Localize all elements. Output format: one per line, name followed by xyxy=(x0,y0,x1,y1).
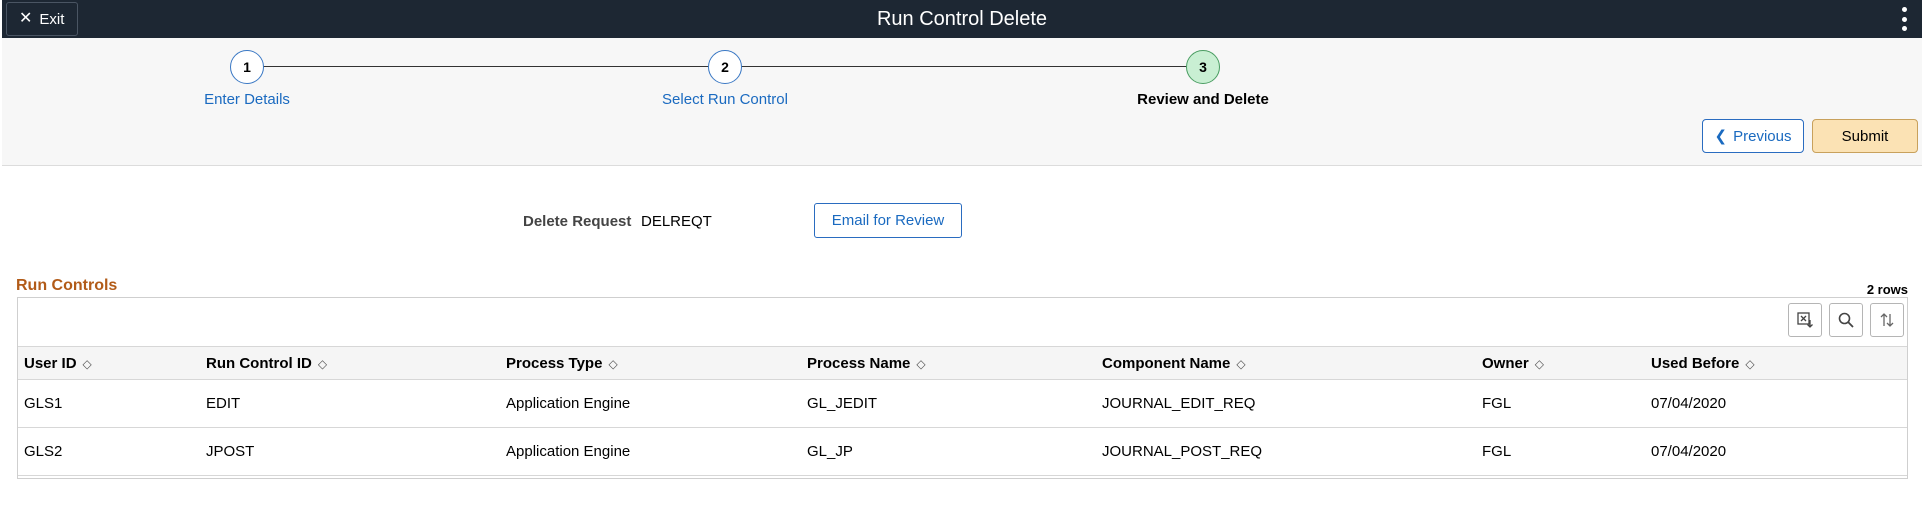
sort-toggle-icon: ◇ xyxy=(916,357,926,371)
chevron-left-icon: ❮ xyxy=(1714,128,1728,145)
cell-owner: FGL xyxy=(1482,395,1512,412)
cell-used-before: 07/04/2020 xyxy=(1651,395,1727,412)
cell-component-name: JOURNAL_EDIT_REQ xyxy=(1102,395,1256,412)
delete-request-label: Delete Request xyxy=(523,213,632,230)
cell-process-type: Application Engine xyxy=(506,395,631,412)
step-3-label: Review and Delete xyxy=(1137,91,1269,108)
cell-process-name: GL_JEDIT xyxy=(807,395,878,412)
cell-component-name: JOURNAL_POST_REQ xyxy=(1102,443,1263,460)
run-controls-title: Run Controls xyxy=(16,277,118,294)
column-header-used-before[interactable]: Used Before ◇ xyxy=(1651,347,1755,381)
step-3-circle: 3 xyxy=(1186,50,1220,84)
previous-label: Previous xyxy=(1733,127,1792,145)
column-header-process-type[interactable]: Process Type ◇ xyxy=(506,347,618,381)
exit-button[interactable]: ✕ Exit xyxy=(6,2,78,36)
previous-button[interactable]: ❮ Previous xyxy=(1702,119,1804,153)
step-2-circle[interactable]: 2 xyxy=(708,50,742,84)
sort-toggle-icon: ◇ xyxy=(1745,357,1755,371)
column-header-process-name[interactable]: Process Name ◇ xyxy=(807,347,926,381)
page-title: Run Control Delete xyxy=(876,8,1048,30)
cell-process-name: GL_JP xyxy=(807,443,853,460)
grid-header-row: User ID ◇ Run Control ID ◇ Process Type ◇ P… xyxy=(18,346,1907,380)
submit-button[interactable]: Submit xyxy=(1812,119,1918,153)
step-1-label[interactable]: Enter Details xyxy=(127,91,367,108)
step-train: 1 Enter Details 2 Select Run Control 3 R… xyxy=(2,38,1922,166)
page-header: Run Control Delete ✕ Exit xyxy=(2,0,1922,38)
column-header-owner[interactable]: Owner ◇ xyxy=(1482,347,1544,381)
sort-toggle-icon: ◇ xyxy=(1534,357,1544,371)
email-for-review-button[interactable]: Email for Review xyxy=(814,203,962,238)
column-header-user-id[interactable]: User ID ◇ xyxy=(24,347,92,381)
export-icon[interactable] xyxy=(1788,303,1822,337)
cell-run-control-id: EDIT xyxy=(206,395,241,412)
table-row: GLS2 JPOST Application Engine GL_JP JOUR… xyxy=(18,428,1907,476)
cell-run-control-id: JPOST xyxy=(206,443,255,460)
close-icon: ✕ xyxy=(19,10,33,27)
exit-label: Exit xyxy=(39,10,65,28)
step-2-label[interactable]: Select Run Control xyxy=(605,91,845,108)
search-icon[interactable] xyxy=(1829,303,1863,337)
sort-toggle-icon: ◇ xyxy=(82,357,92,371)
sort-icon[interactable] xyxy=(1870,303,1904,337)
table-row: GLS1 EDIT Application Engine GL_JEDIT JO… xyxy=(18,380,1907,428)
column-header-run-control-id[interactable]: Run Control ID ◇ xyxy=(206,347,327,381)
column-header-component-name[interactable]: Component Name ◇ xyxy=(1102,347,1246,381)
sort-toggle-icon: ◇ xyxy=(1236,357,1246,371)
cell-owner: FGL xyxy=(1482,443,1512,460)
rows-count: 2 rows xyxy=(1866,282,1908,297)
grid-toolbar xyxy=(18,298,1907,346)
cell-used-before: 07/04/2020 xyxy=(1651,443,1727,460)
run-controls-grid: User ID ◇ Run Control ID ◇ Process Type ◇ P… xyxy=(17,297,1908,479)
actions-menu-icon[interactable] xyxy=(1900,7,1908,31)
sort-toggle-icon: ◇ xyxy=(608,357,618,371)
step-1-circle[interactable]: 1 xyxy=(230,50,264,84)
delete-request-value: DELREQT xyxy=(641,213,712,230)
cell-user-id: GLS2 xyxy=(24,443,63,460)
sort-toggle-icon: ◇ xyxy=(317,357,328,371)
cell-process-type: Application Engine xyxy=(506,443,631,460)
cell-user-id: GLS1 xyxy=(24,395,63,412)
